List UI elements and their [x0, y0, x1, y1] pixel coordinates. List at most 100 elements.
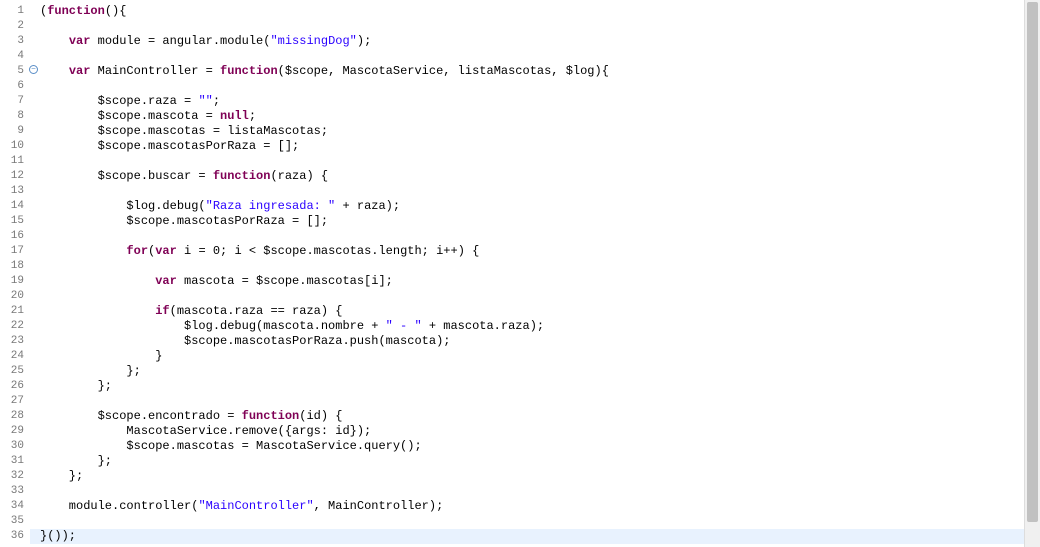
- line-number: 7: [0, 94, 30, 109]
- line-number: 13: [0, 184, 30, 199]
- code-line[interactable]: var module = angular.module("missingDog"…: [40, 34, 1039, 49]
- token-kw: for: [126, 244, 148, 258]
- token-pn: + mascota.raza);: [422, 319, 544, 333]
- token-str: "Raza ingresada: ": [206, 199, 336, 213]
- code-line[interactable]: $scope.mascota = null;: [40, 109, 1039, 124]
- line-number: 30: [0, 439, 30, 454]
- token-pn: module.controller(: [40, 499, 198, 513]
- code-line[interactable]: [40, 19, 1039, 34]
- token-pn: , MainController);: [314, 499, 444, 513]
- code-line[interactable]: $log.debug("Raza ingresada: " + raza);: [40, 199, 1039, 214]
- code-line[interactable]: $scope.mascotas = MascotaService.query()…: [40, 439, 1039, 454]
- code-line[interactable]: $scope.raza = "";: [40, 94, 1039, 109]
- line-number: 21: [0, 304, 30, 319]
- line-number: 34: [0, 499, 30, 514]
- line-number: 1: [0, 4, 30, 19]
- token-str: "missingDog": [270, 34, 356, 48]
- code-line[interactable]: [40, 394, 1039, 409]
- token-pn: (mascota.raza == raza) {: [170, 304, 343, 318]
- token-pn: module = angular.module(: [90, 34, 270, 48]
- code-line[interactable]: [40, 484, 1039, 499]
- line-number-gutter: 12345−6789101112131415161718192021222324…: [0, 0, 30, 547]
- code-line[interactable]: };: [40, 379, 1039, 394]
- line-number: 25: [0, 364, 30, 379]
- code-line[interactable]: $scope.encontrado = function(id) {: [40, 409, 1039, 424]
- line-number: 29: [0, 424, 30, 439]
- line-number: 17: [0, 244, 30, 259]
- code-editor[interactable]: 12345−6789101112131415161718192021222324…: [0, 0, 1040, 547]
- code-line[interactable]: $scope.mascotasPorRaza = [];: [40, 139, 1039, 154]
- token-pn: i = 0; i < $scope.mascotas.length; i++) …: [177, 244, 479, 258]
- line-number: 15: [0, 214, 30, 229]
- line-number: 11: [0, 154, 30, 169]
- code-line[interactable]: [40, 79, 1039, 94]
- code-line[interactable]: [40, 154, 1039, 169]
- code-line[interactable]: if(mascota.raza == raza) {: [40, 304, 1039, 319]
- code-line[interactable]: };: [40, 469, 1039, 484]
- code-line[interactable]: $scope.buscar = function(raza) {: [40, 169, 1039, 184]
- line-number: 3: [0, 34, 30, 49]
- token-str: "MainController": [198, 499, 313, 513]
- token-pn: $scope.mascotasPorRaza = [];: [40, 214, 328, 228]
- token-pn: [40, 304, 155, 318]
- token-pn: (id) {: [299, 409, 342, 423]
- code-line[interactable]: var mascota = $scope.mascotas[i];: [40, 274, 1039, 289]
- line-number: 10: [0, 139, 30, 154]
- token-kw: var: [69, 34, 91, 48]
- token-pn: $scope.mascota =: [40, 109, 220, 123]
- line-number: 19: [0, 274, 30, 289]
- code-line[interactable]: }: [40, 349, 1039, 364]
- token-kw: function: [47, 4, 105, 18]
- scrollbar-thumb[interactable]: [1027, 2, 1038, 522]
- line-number: 28: [0, 409, 30, 424]
- token-pn: (raza) {: [270, 169, 328, 183]
- code-line[interactable]: $scope.mascotasPorRaza.push(mascota);: [40, 334, 1039, 349]
- code-line[interactable]: [40, 259, 1039, 274]
- code-line[interactable]: $scope.mascotas = listaMascotas;: [40, 124, 1039, 139]
- code-line[interactable]: (function(){: [40, 4, 1039, 19]
- token-pn: }());: [40, 529, 76, 543]
- line-number: 18: [0, 259, 30, 274]
- line-number: 26: [0, 379, 30, 394]
- code-line[interactable]: [40, 514, 1039, 529]
- token-pn: $scope.buscar =: [40, 169, 213, 183]
- token-pn: + raza);: [335, 199, 400, 213]
- code-area[interactable]: (function(){ var module = angular.module…: [30, 0, 1039, 547]
- code-line[interactable]: [40, 229, 1039, 244]
- token-pn: };: [40, 454, 112, 468]
- line-number: 9: [0, 124, 30, 139]
- token-kw: var: [155, 244, 177, 258]
- code-line[interactable]: }());: [30, 529, 1039, 544]
- code-line[interactable]: };: [40, 454, 1039, 469]
- token-pn: MascotaService.remove({args: id});: [40, 424, 371, 438]
- code-line[interactable]: [40, 184, 1039, 199]
- line-number: 4: [0, 49, 30, 64]
- token-pn: $scope.mascotas = MascotaService.query()…: [40, 439, 422, 453]
- line-number: 14: [0, 199, 30, 214]
- line-number: 27: [0, 394, 30, 409]
- token-pn: MainController =: [90, 64, 220, 78]
- code-line[interactable]: $scope.mascotasPorRaza = [];: [40, 214, 1039, 229]
- fold-collapse-icon[interactable]: −: [29, 65, 38, 74]
- code-line[interactable]: var MainController = function($scope, Ma…: [40, 64, 1039, 79]
- code-line[interactable]: MascotaService.remove({args: id});: [40, 424, 1039, 439]
- code-line[interactable]: };: [40, 364, 1039, 379]
- token-str: " - ": [386, 319, 422, 333]
- token-kw: function: [220, 64, 278, 78]
- line-number: 24: [0, 349, 30, 364]
- token-pn: [40, 64, 69, 78]
- token-pn: [40, 274, 155, 288]
- token-pn: };: [40, 469, 83, 483]
- vertical-scrollbar[interactable]: [1024, 0, 1040, 547]
- code-line[interactable]: module.controller("MainController", Main…: [40, 499, 1039, 514]
- token-pn: );: [357, 34, 371, 48]
- code-line[interactable]: [40, 49, 1039, 64]
- token-pn: };: [40, 364, 141, 378]
- code-line[interactable]: $log.debug(mascota.nombre + " - " + masc…: [40, 319, 1039, 334]
- code-line[interactable]: [40, 289, 1039, 304]
- token-pn: $log.debug(: [40, 199, 206, 213]
- line-number: 20: [0, 289, 30, 304]
- token-kw: var: [69, 64, 91, 78]
- code-line[interactable]: for(var i = 0; i < $scope.mascotas.lengt…: [40, 244, 1039, 259]
- token-pn: $scope.encontrado =: [40, 409, 242, 423]
